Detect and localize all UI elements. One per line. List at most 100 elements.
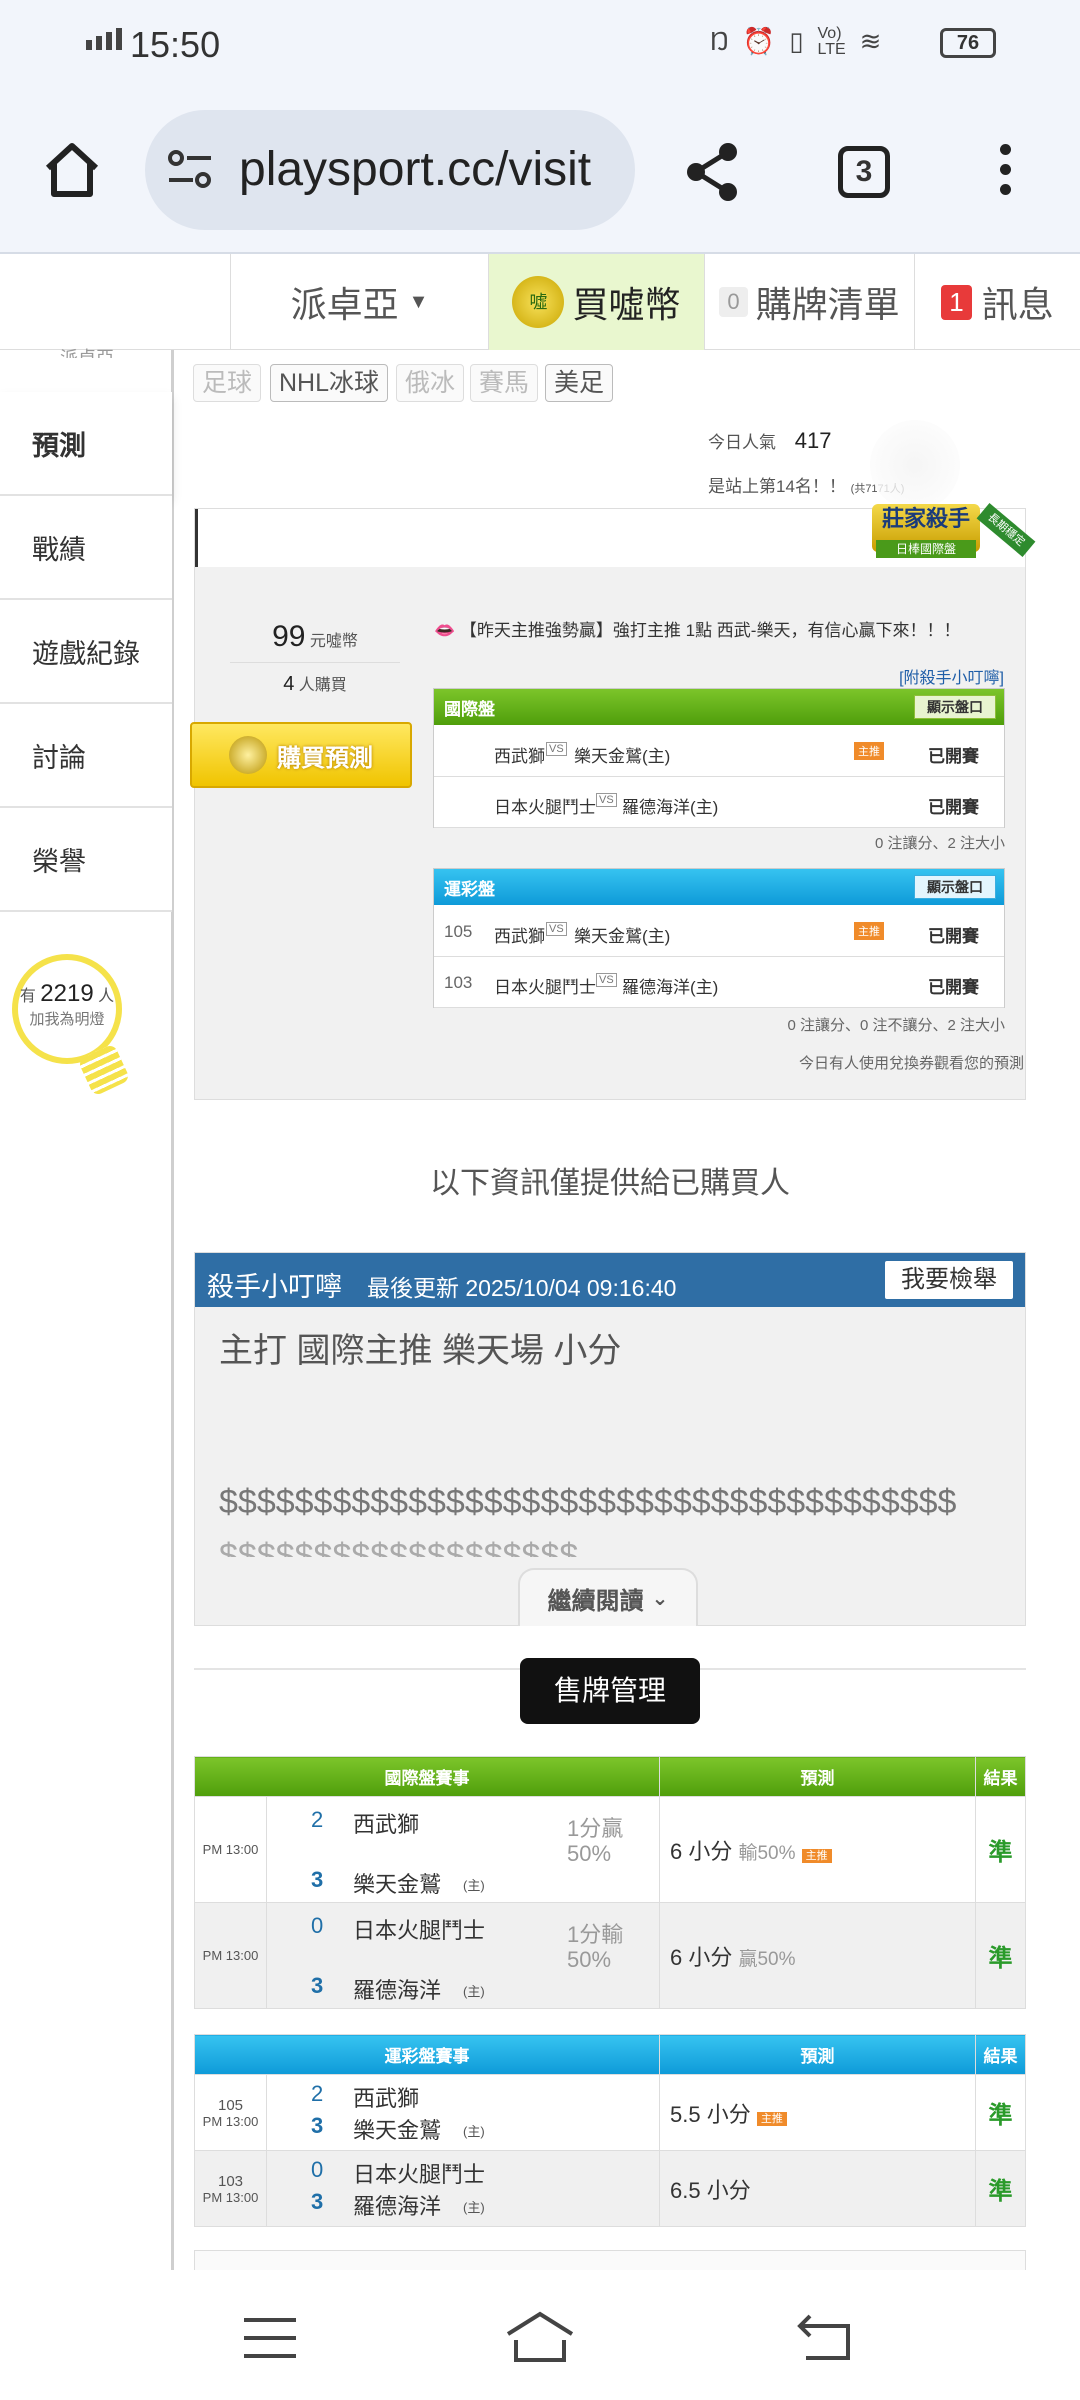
wifi-icon: ≋	[859, 26, 882, 56]
vibrate-icon: ▯	[789, 26, 804, 56]
url-text[interactable]: playsport.cc/visit	[239, 142, 591, 197]
user-menu[interactable]: 派卓亞 ▼	[230, 254, 488, 350]
sidebar-top-cut: 派卓亞	[60, 348, 114, 358]
cart-link[interactable]: 0 購牌清單	[704, 254, 914, 350]
lottery-board-header: 運彩盤 顯示盤口	[434, 869, 1004, 905]
away-team: 西武獅	[494, 747, 545, 766]
badge-ribbon: 長期穩定	[976, 503, 1036, 557]
intl-show-odds-button[interactable]: 顯示盤口	[914, 695, 996, 719]
line-pct: 50%	[567, 1947, 612, 1972]
sidebar-item-record[interactable]: 戰績	[0, 496, 172, 600]
browser-toolbar: playsport.cc/visit 3	[0, 92, 1080, 254]
lottery-summary: 0 注讓分、0 注不讓分、2 注大小	[787, 1017, 1005, 1034]
messages-link[interactable]: 1 訊息	[914, 254, 1080, 350]
line-value: 1分輸	[567, 1922, 624, 1947]
score-home: 3	[311, 1867, 324, 1892]
pred-value: 6.5 小分	[670, 2177, 751, 2203]
team-home: 羅德海洋	[353, 2194, 442, 2219]
tips-link[interactable]: [附殺手小叮嚀]	[899, 664, 1004, 688]
score-home: 3	[311, 2113, 324, 2138]
next-box-edge	[194, 2250, 1026, 2270]
site-settings-icon[interactable]	[167, 148, 213, 192]
table-row: 103 PM 13:00 0 日本火腿鬥士 3 羅德海洋 (主) 6.5 小分 …	[194, 2150, 1026, 2227]
buy-predict-button[interactable]: 購買預測	[190, 722, 412, 788]
sidebar-item-discuss[interactable]: 討論	[0, 704, 172, 808]
score-away: 2	[311, 1807, 324, 1832]
sell-manage-button[interactable]: 售牌管理	[520, 1658, 700, 1724]
report-button[interactable]: 我要檢舉	[885, 1261, 1013, 1299]
rank-text: 是站上第14名！！	[708, 477, 846, 496]
clock: 15:50	[130, 24, 221, 65]
alarm-icon: ⏰	[742, 26, 776, 56]
home-team: 羅德海洋(主)	[622, 798, 719, 817]
read-more-button[interactable]: 繼續閱讀 ⌄	[518, 1568, 698, 1626]
sidebar-item-predict[interactable]: 預測	[0, 392, 172, 496]
vs-icon: VS	[596, 973, 617, 987]
team-home: 樂天金鷲	[353, 1872, 442, 1897]
tips-title: 殺手小叮嚀	[207, 1272, 342, 1302]
buyers-unit: 人購買	[298, 677, 347, 694]
match-no: 103	[444, 973, 473, 992]
home-mark: (主)	[463, 1878, 485, 1893]
badge-killer: 莊家殺手 日棒國際盤 長期穩定	[872, 500, 1036, 570]
lottery-results-table: 運彩盤賽事 預測 結果 105 PM 13:00 2 西武獅 3 樂天金鷲 (主…	[194, 2034, 1026, 2227]
share-icon[interactable]	[682, 140, 742, 204]
sidebar-item-honor[interactable]: 榮譽	[0, 808, 172, 912]
tips-header: 殺手小叮嚀 最後更新 2025/10/04 09:16:40 我要檢舉	[195, 1253, 1025, 1307]
game-info: 105 PM 13:00	[194, 2074, 267, 2151]
home-team: 羅德海洋(主)	[622, 978, 719, 997]
tips-line: 主打 國際主推 樂天場 小分	[219, 1332, 622, 1370]
sport-tag[interactable]: 賽馬	[470, 364, 539, 402]
sport-tag[interactable]: 美足	[545, 364, 614, 402]
headline-text: 【昨天主推強勢贏】強打主推 1點 西武-樂天，有信心贏下來！！！	[459, 621, 961, 640]
pred-note: 輸50%	[738, 1842, 796, 1864]
table-row: 105 PM 13:00 2 西武獅 3 樂天金鷲 (主) 5.5 小分 主推 …	[194, 2074, 1026, 2151]
coin-icon	[229, 736, 267, 774]
popularity-label: 今日人氣	[708, 433, 776, 452]
popularity-line: 今日人氣 417	[708, 428, 831, 454]
score-away: 0	[311, 1913, 324, 1938]
home-team: 樂天金鷲(主)	[574, 927, 671, 946]
host-badge: 主推	[854, 742, 884, 760]
price-unit: 元噓幣	[309, 633, 358, 650]
lottery-board-title: 運彩盤	[444, 879, 495, 899]
recent-apps-icon[interactable]	[244, 2318, 296, 2358]
intl-summary: 0 注讓分、2 注大小	[874, 835, 1005, 852]
system-nav-bar	[0, 2270, 1080, 2400]
back-icon[interactable]	[796, 2312, 852, 2362]
lottery-show-odds-button[interactable]: 顯示盤口	[914, 875, 996, 899]
fans-suffix: 人	[98, 988, 115, 1005]
col-header-game: 運彩盤賽事	[194, 2034, 660, 2075]
match-no: 105	[444, 922, 473, 941]
table-row: PM 13:00 2 西武獅 3 樂天金鷲 (主) 1分贏 50% 6 小分 輸…	[194, 1796, 1026, 1903]
tips-line: $$$$$$$$$$$$$$$$$$$$$$$$$$$$$$$$$$$$$$$	[219, 1483, 957, 1521]
match-row: 103 日本火腿鬥士 VS 羅德海洋(主) 已開賽	[434, 958, 1004, 1008]
address-bar[interactable]: playsport.cc/visit	[145, 110, 635, 230]
predict-headline: 👄 【昨天主推強勢贏】強打主推 1點 西武-樂天，有信心贏下來！！！	[434, 616, 1014, 641]
score-away: 0	[311, 2157, 324, 2182]
match-status: 已開賽	[928, 798, 979, 817]
sport-tag[interactable]: 俄冰	[396, 364, 465, 402]
line-pct: 50%	[567, 1841, 612, 1866]
menu-icon[interactable]	[1000, 144, 1012, 204]
away-team: 日本火腿鬥士	[494, 798, 596, 817]
tabs-button[interactable]: 3	[838, 146, 890, 198]
home-nav-icon[interactable]	[504, 2310, 576, 2364]
intl-board: 國際盤 顯示盤口 西武獅 VS 樂天金鷲(主) 主推 已開賽 日本火腿鬥士 VS…	[433, 688, 1005, 828]
pred-value: 6 小分	[670, 1838, 733, 1864]
decor-flower-icon	[870, 420, 960, 510]
sport-tag[interactable]: 足球	[193, 364, 262, 402]
home-mark: (主)	[463, 1984, 485, 1999]
game-time: PM 13:00	[202, 2113, 259, 2129]
score-away: 2	[311, 2081, 324, 2106]
home-icon[interactable]	[40, 138, 104, 202]
result-mark: 準	[975, 1796, 1026, 1903]
signal-icon	[86, 28, 122, 50]
sidebar-item-game-log[interactable]: 遊戲紀錄	[0, 600, 172, 704]
match-row: 105 西武獅 VS 樂天金鷲(主) 主推 已開賽	[434, 907, 1004, 957]
intl-board-title: 國際盤	[444, 699, 495, 719]
sport-tag[interactable]: NHL冰球	[270, 364, 389, 402]
buy-coins-button[interactable]: 噓 買噓幣	[488, 254, 704, 350]
game-no: 105	[217, 2096, 244, 2114]
away-team: 西武獅	[494, 927, 545, 946]
